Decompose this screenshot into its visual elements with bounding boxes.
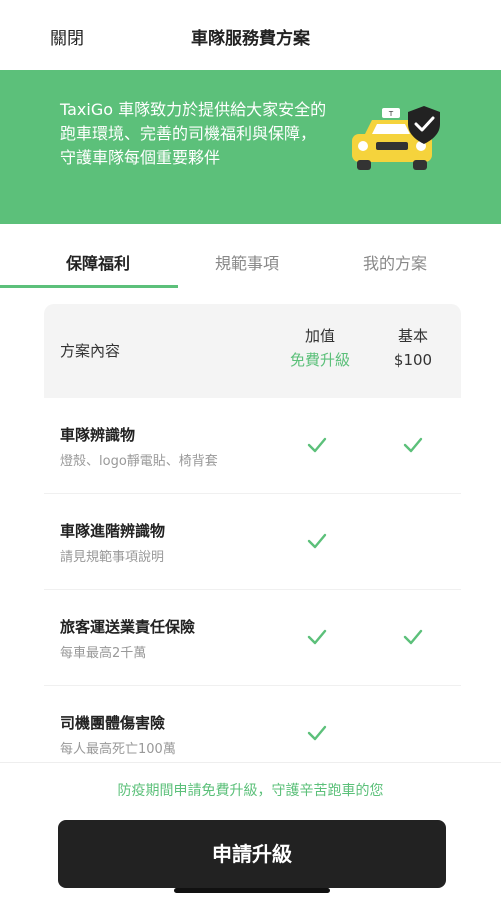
check-icon bbox=[403, 629, 423, 645]
benefit-detail: 請見規範事項說明 bbox=[60, 550, 165, 565]
benefit-detail: 燈殼、logo靜電貼、椅背套 bbox=[60, 454, 218, 469]
check-icon bbox=[307, 629, 327, 645]
plan-plus-price: 免費升級 bbox=[289, 351, 350, 369]
footer-note: 防疫期間申請免費升級，守護辛苦跑車的您 bbox=[117, 783, 384, 799]
table-row: 司機團體傷害險 每人最高死亡100萬 bbox=[44, 686, 461, 764]
table-row: 車隊進階辨識物 請見規範事項說明 bbox=[44, 494, 461, 590]
plan-basic-price: $100 bbox=[393, 351, 433, 369]
apply-upgrade-button[interactable]: 申請升級 bbox=[58, 820, 446, 888]
check-icon bbox=[403, 437, 423, 453]
benefit-name: 旅客運送業責任保險 bbox=[60, 618, 196, 636]
intro-banner: TaxiGo 車隊致力於提供給大家安全的跑車環境、完善的司機福利與保障，守護車隊… bbox=[0, 70, 501, 224]
tab-rules[interactable]: 規範事項 bbox=[215, 250, 279, 274]
page-title: 車隊服務費方案 bbox=[191, 29, 310, 49]
table-row: 車隊辨識物 燈殼、logo靜電貼、椅背套 bbox=[44, 398, 461, 494]
plan-basic-name: 基本 bbox=[397, 327, 428, 345]
tab-my-plan[interactable]: 我的方案 bbox=[363, 250, 427, 274]
benefit-detail: 每車最高2千萬 bbox=[60, 646, 147, 661]
svg-text:T: T bbox=[388, 110, 394, 118]
top-bar: 關閉 車隊服務費方案 bbox=[0, 0, 501, 70]
active-tab-indicator bbox=[0, 285, 178, 288]
plan-column-plus: 加值 免費升級 bbox=[280, 324, 360, 372]
check-icon bbox=[307, 725, 327, 741]
table-header-label: 方案內容 bbox=[60, 342, 121, 360]
banner-text: TaxiGo 車隊致力於提供給大家安全的跑車環境、完善的司機福利與保障，守護車隊… bbox=[60, 100, 327, 167]
home-indicator bbox=[174, 888, 330, 893]
benefit-name: 車隊進階辨識物 bbox=[60, 522, 166, 540]
plan-plus-name: 加值 bbox=[304, 327, 335, 345]
benefit-name: 車隊辨識物 bbox=[60, 426, 136, 444]
taxi-shield-icon: T bbox=[352, 106, 440, 170]
plan-comparison-table: 方案內容 加值 免費升級 基本 $100 車隊辨識物 燈殼、logo靜電貼、椅背… bbox=[44, 304, 461, 764]
benefit-detail: 每人最高死亡100萬 bbox=[60, 742, 176, 757]
tab-benefits[interactable]: 保障福利 bbox=[66, 250, 130, 274]
check-icon bbox=[307, 437, 327, 453]
benefit-name: 司機團體傷害險 bbox=[60, 714, 166, 732]
table-header: 方案內容 加值 免費升級 基本 $100 bbox=[44, 304, 461, 398]
tab-bar: 保障福利 規範事項 我的方案 bbox=[0, 224, 501, 288]
plan-column-basic: 基本 $100 bbox=[376, 324, 450, 372]
table-row: 旅客運送業責任保險 每車最高2千萬 bbox=[44, 590, 461, 686]
check-icon bbox=[307, 533, 327, 549]
